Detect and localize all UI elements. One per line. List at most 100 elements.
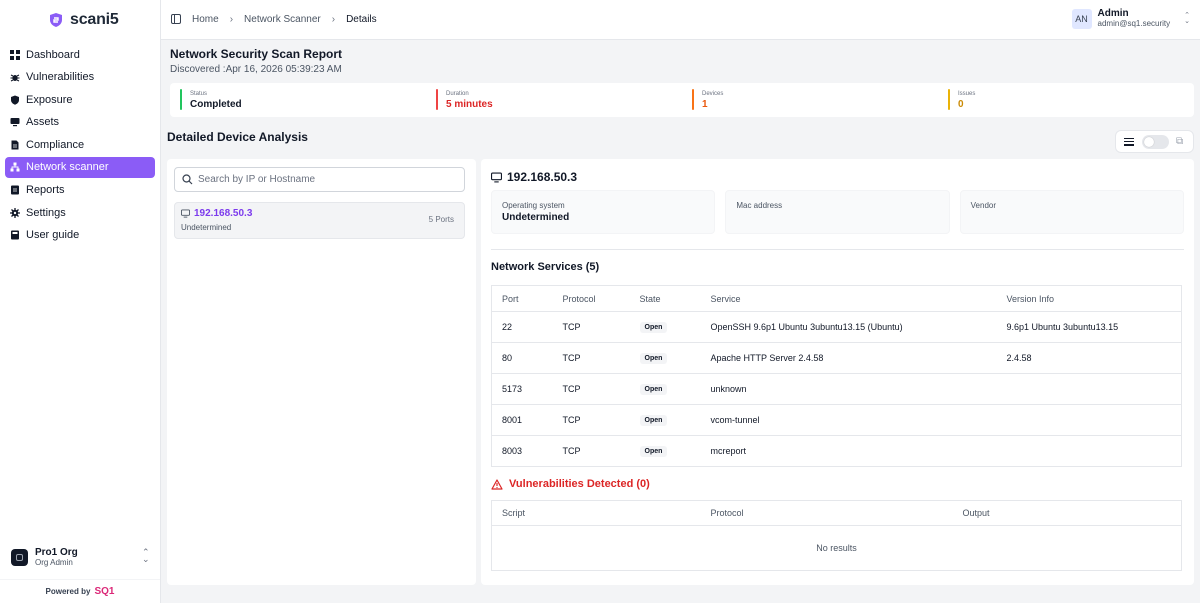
sidebar-item-exposure[interactable]: Exposure xyxy=(5,89,155,110)
breadcrumb-home[interactable]: Home xyxy=(192,14,219,25)
stat-indicator xyxy=(180,89,182,110)
warning-icon xyxy=(491,478,503,490)
table-row[interactable]: 80 TCP Open Apache HTTP Server 2.4.58 2.… xyxy=(491,342,1182,374)
column-header-port: Port xyxy=(491,285,553,312)
brand[interactable]: scani5 xyxy=(0,0,160,40)
device-detail-panel: 192.168.50.3 Operating system Undetermin… xyxy=(481,159,1194,585)
cell-port: 80 xyxy=(491,342,553,374)
stat-value: Completed xyxy=(190,99,242,110)
stat-devices: Devices 1 xyxy=(682,83,938,117)
view-switch[interactable] xyxy=(1141,134,1169,149)
list-view-icon[interactable] xyxy=(1124,137,1134,146)
info-card-vendor: Vendor xyxy=(959,190,1184,234)
powered-by-text: Powered by xyxy=(45,587,91,596)
sidebar-item-settings[interactable]: Settings xyxy=(5,202,155,223)
column-header-protocol: Protocol xyxy=(552,285,630,312)
org-switcher[interactable]: Pro1 Org Org Admin ⌃ ⌄ xyxy=(0,535,160,579)
cell-version: 2.4.58 xyxy=(996,342,1182,374)
breadcrumb-details: Details xyxy=(346,14,377,25)
stat-value: 0 xyxy=(958,99,964,110)
sidebar-item-label: Dashboard xyxy=(26,48,80,61)
chevron-right-icon: › xyxy=(331,14,336,25)
info-value: Undetermined xyxy=(502,212,570,223)
cell-port: 5173 xyxy=(491,373,553,405)
table-row[interactable]: 8003 TCP Open mcreport xyxy=(492,436,1182,467)
cell-service: Apache HTTP Server 2.4.58 xyxy=(700,342,997,374)
device-list-panel: 192.168.50.3 Undetermined 5 Ports xyxy=(167,159,476,585)
discovered-timestamp: Discovered :Apr 16, 2026 05:39:23 AM xyxy=(170,64,342,75)
column-header-output: Output xyxy=(952,500,1182,526)
sidebar-item-network-scanner[interactable]: Network scanner xyxy=(5,156,155,178)
cell-port: 8001 xyxy=(491,404,553,436)
cell-version: 9.6p1 Ubuntu 3ubuntu13.15 xyxy=(996,311,1182,343)
status-badge: Open xyxy=(639,322,668,333)
breadcrumb-network-scanner[interactable]: Network Scanner xyxy=(244,14,321,25)
info-label: Vendor xyxy=(970,201,997,210)
info-cards: Operating system Undetermined Mac addres… xyxy=(491,190,1184,234)
shield-logo-icon xyxy=(50,13,62,27)
table-row[interactable]: 5173 TCP Open unknown xyxy=(491,373,1182,405)
sidebar-nav: Dashboard Vulnerabilities Exposure Asset… xyxy=(0,44,160,246)
page-title: Network Security Scan Report xyxy=(170,47,343,61)
search-input[interactable] xyxy=(198,174,448,185)
org-avatar xyxy=(11,548,28,566)
user-menu[interactable]: AN Admin admin@sq1.security ⌃ ⌄ xyxy=(1071,8,1190,29)
device-ports: 5 Ports xyxy=(428,215,454,224)
chevron-updown-icon: ⌃ ⌄ xyxy=(1184,11,1190,25)
status-badge: Open xyxy=(639,446,668,457)
avatar: AN xyxy=(1071,8,1092,29)
stat-value: 1 xyxy=(702,99,708,110)
status-badge: Open xyxy=(639,353,668,364)
graph-view-icon[interactable]: ⧉ xyxy=(1176,137,1185,147)
top-header: Home › Network Scanner › Details AN Admi… xyxy=(161,0,1200,40)
sq1-logo: SQ1 xyxy=(94,586,115,597)
monitor-icon xyxy=(10,118,20,127)
cell-version xyxy=(996,373,1182,405)
chevron-updown-icon: ⌃ ⌄ xyxy=(142,547,150,564)
stat-label: Devices xyxy=(702,91,724,97)
powered-by: Powered by SQ1 xyxy=(0,579,160,603)
bug-icon xyxy=(10,74,20,82)
sidebar-item-label: Reports xyxy=(26,184,65,197)
monitor-icon xyxy=(491,172,502,182)
search-icon xyxy=(182,174,193,185)
column-header-service: Service xyxy=(700,285,997,312)
chevron-right-icon: › xyxy=(229,14,234,25)
sidebar-item-dashboard[interactable]: Dashboard xyxy=(5,44,155,65)
stat-indicator xyxy=(948,89,950,110)
org-role: Org Admin xyxy=(35,558,73,567)
sidebar-item-compliance[interactable]: Compliance xyxy=(5,134,155,155)
sidebar-item-label: Network scanner xyxy=(26,161,109,174)
empty-row: No results xyxy=(492,526,1182,571)
stat-value: 5 minutes xyxy=(446,99,493,110)
table-row[interactable]: 8001 TCP Open vcom-tunnel xyxy=(491,404,1182,436)
sidebar-item-label: Assets xyxy=(26,116,60,129)
sidebar-item-assets[interactable]: Assets xyxy=(5,112,155,133)
info-card-mac: Mac address xyxy=(725,190,950,234)
gear-icon xyxy=(10,207,20,218)
info-card-os: Operating system Undetermined xyxy=(491,190,716,234)
sidebar-item-label: Exposure xyxy=(26,93,73,106)
section-title: Detailed Device Analysis xyxy=(167,130,308,144)
column-header-state: State xyxy=(629,285,701,312)
dashboard-icon xyxy=(10,49,20,60)
sidebar-item-label: Compliance xyxy=(26,138,85,151)
sidebar-item-reports[interactable]: Reports xyxy=(5,180,155,201)
sidebar-toggle-icon[interactable] xyxy=(171,14,181,24)
shield-icon xyxy=(11,95,19,105)
breadcrumb: Home › Network Scanner › Details xyxy=(192,14,377,25)
device-list-item[interactable]: 192.168.50.3 Undetermined 5 Ports xyxy=(174,202,465,239)
stat-label: Duration xyxy=(446,91,469,97)
cell-version xyxy=(997,436,1182,467)
cell-port: 8003 xyxy=(502,446,523,456)
info-label: Mac address xyxy=(736,201,783,210)
cell-protocol: TCP xyxy=(552,311,630,343)
table-row[interactable]: 22 TCP Open OpenSSH 9.6p1 Ubuntu 3ubuntu… xyxy=(491,311,1182,343)
vulnerabilities-table: Script Protocol Output No results xyxy=(491,500,1182,571)
sidebar-item-user-guide[interactable]: User guide xyxy=(5,225,155,246)
stat-duration: Duration 5 minutes xyxy=(426,83,682,117)
cell-port: 22 xyxy=(491,311,553,343)
view-toggle: ⧉ xyxy=(1115,130,1194,153)
sidebar-item-vulnerabilities[interactable]: Vulnerabilities xyxy=(5,67,155,88)
network-icon xyxy=(10,162,20,172)
